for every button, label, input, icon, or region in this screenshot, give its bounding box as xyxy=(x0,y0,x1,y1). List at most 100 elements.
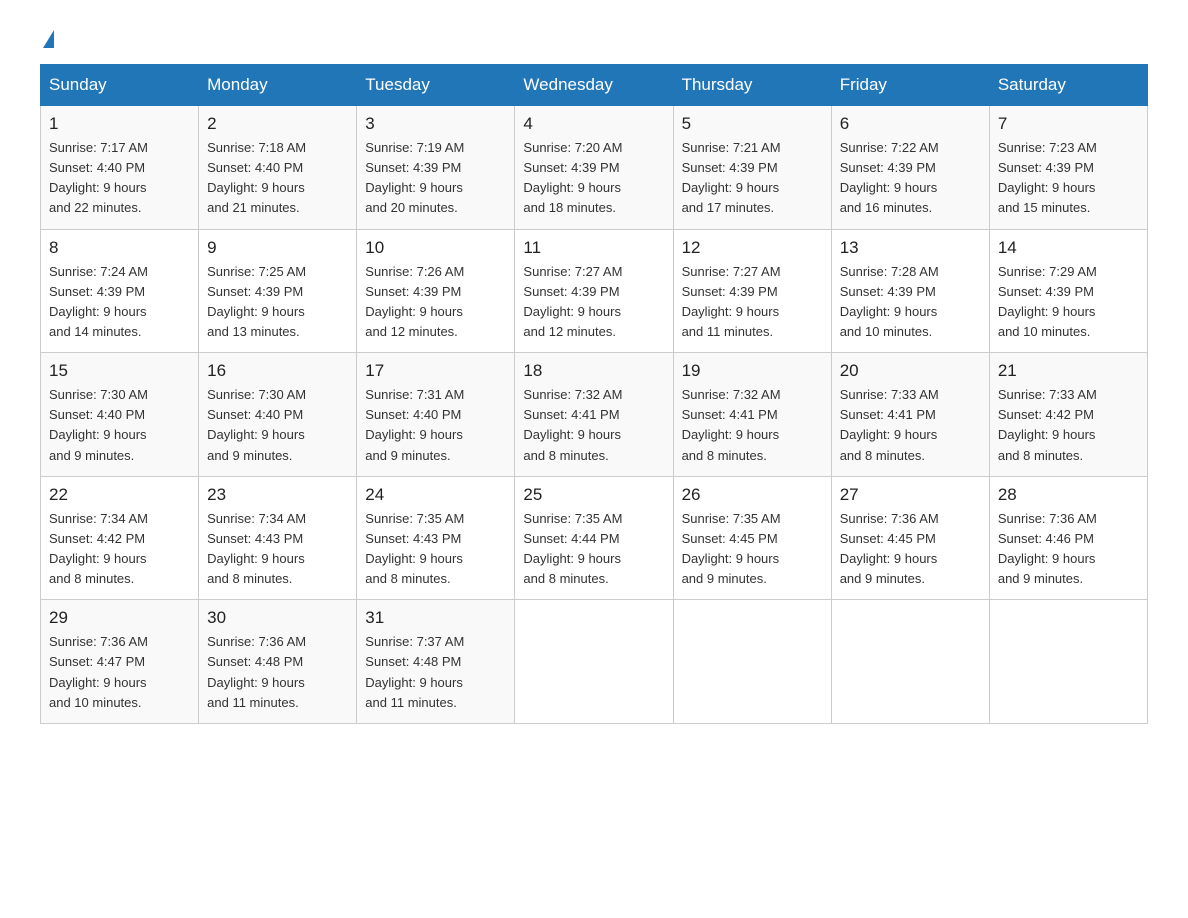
header-cell-sunday: Sunday xyxy=(41,65,199,106)
day-info: Sunrise: 7:27 AMSunset: 4:39 PMDaylight:… xyxy=(523,262,664,343)
day-number: 7 xyxy=(998,114,1139,134)
day-number: 9 xyxy=(207,238,348,258)
day-number: 16 xyxy=(207,361,348,381)
day-cell: 2Sunrise: 7:18 AMSunset: 4:40 PMDaylight… xyxy=(199,106,357,230)
day-cell: 17Sunrise: 7:31 AMSunset: 4:40 PMDayligh… xyxy=(357,353,515,477)
day-info: Sunrise: 7:36 AMSunset: 4:48 PMDaylight:… xyxy=(207,632,348,713)
page-header xyxy=(40,30,1148,44)
day-cell: 30Sunrise: 7:36 AMSunset: 4:48 PMDayligh… xyxy=(199,600,357,724)
calendar-body: 1 Sunrise: 7:17 AMSunset: 4:40 PMDaylight… xyxy=(41,106,1148,724)
day-cell xyxy=(831,600,989,724)
day-info: Sunrise: 7:20 AMSunset: 4:39 PMDaylight:… xyxy=(523,138,664,219)
day-number: 27 xyxy=(840,485,981,505)
day-cell: 3Sunrise: 7:19 AMSunset: 4:39 PMDaylight… xyxy=(357,106,515,230)
day-cell: 20 Sunrise: 7:33 AMSunset: 4:41 PMDayligh… xyxy=(831,353,989,477)
day-number: 12 xyxy=(682,238,823,258)
day-number: 22 xyxy=(49,485,190,505)
day-info: Sunrise: 7:28 AMSunset: 4:39 PMDaylight:… xyxy=(840,262,981,343)
day-info: Sunrise: 7:33 AMSunset: 4:41 PMDaylight:… xyxy=(840,385,981,466)
day-info: Sunrise: 7:35 AMSunset: 4:43 PMDaylight:… xyxy=(365,509,506,590)
day-number: 13 xyxy=(840,238,981,258)
header-cell-tuesday: Tuesday xyxy=(357,65,515,106)
week-row-3: 15 Sunrise: 7:30 AMSunset: 4:40 PMDayligh… xyxy=(41,353,1148,477)
logo-triangle-icon xyxy=(43,30,54,48)
week-row-2: 8 Sunrise: 7:24 AMSunset: 4:39 PMDaylight… xyxy=(41,229,1148,353)
day-info: Sunrise: 7:26 AMSunset: 4:39 PMDaylight:… xyxy=(365,262,506,343)
day-info: Sunrise: 7:29 AMSunset: 4:39 PMDaylight:… xyxy=(998,262,1139,343)
calendar-header: SundayMondayTuesdayWednesdayThursdayFrid… xyxy=(41,65,1148,106)
day-cell xyxy=(515,600,673,724)
day-cell: 12Sunrise: 7:27 AMSunset: 4:39 PMDayligh… xyxy=(673,229,831,353)
logo xyxy=(40,30,54,44)
day-cell: 7 Sunrise: 7:23 AMSunset: 4:39 PMDaylight… xyxy=(989,106,1147,230)
day-number: 11 xyxy=(523,238,664,258)
day-number: 8 xyxy=(49,238,190,258)
day-number: 29 xyxy=(49,608,190,628)
day-info: Sunrise: 7:23 AMSunset: 4:39 PMDaylight:… xyxy=(998,138,1139,219)
day-number: 25 xyxy=(523,485,664,505)
header-cell-thursday: Thursday xyxy=(673,65,831,106)
day-cell xyxy=(989,600,1147,724)
day-info: Sunrise: 7:35 AMSunset: 4:44 PMDaylight:… xyxy=(523,509,664,590)
day-cell: 29 Sunrise: 7:36 AMSunset: 4:47 PMDayligh… xyxy=(41,600,199,724)
day-cell: 16 Sunrise: 7:30 AMSunset: 4:40 PMDayligh… xyxy=(199,353,357,477)
day-info: Sunrise: 7:35 AMSunset: 4:45 PMDaylight:… xyxy=(682,509,823,590)
day-cell xyxy=(673,600,831,724)
day-number: 15 xyxy=(49,361,190,381)
day-cell: 19Sunrise: 7:32 AMSunset: 4:41 PMDayligh… xyxy=(673,353,831,477)
day-cell: 1 Sunrise: 7:17 AMSunset: 4:40 PMDaylight… xyxy=(41,106,199,230)
day-info: Sunrise: 7:17 AMSunset: 4:40 PMDaylight:… xyxy=(49,138,190,219)
day-cell: 18 Sunrise: 7:32 AMSunset: 4:41 PMDayligh… xyxy=(515,353,673,477)
day-number: 31 xyxy=(365,608,506,628)
day-info: Sunrise: 7:32 AMSunset: 4:41 PMDaylight:… xyxy=(682,385,823,466)
day-cell: 6Sunrise: 7:22 AMSunset: 4:39 PMDaylight… xyxy=(831,106,989,230)
day-cell: 10 Sunrise: 7:26 AMSunset: 4:39 PMDayligh… xyxy=(357,229,515,353)
day-number: 26 xyxy=(682,485,823,505)
day-info: Sunrise: 7:33 AMSunset: 4:42 PMDaylight:… xyxy=(998,385,1139,466)
day-cell: 21 Sunrise: 7:33 AMSunset: 4:42 PMDayligh… xyxy=(989,353,1147,477)
day-info: Sunrise: 7:24 AMSunset: 4:39 PMDaylight:… xyxy=(49,262,190,343)
day-cell: 9 Sunrise: 7:25 AMSunset: 4:39 PMDaylight… xyxy=(199,229,357,353)
day-number: 20 xyxy=(840,361,981,381)
day-cell: 27Sunrise: 7:36 AMSunset: 4:45 PMDayligh… xyxy=(831,476,989,600)
day-cell: 24 Sunrise: 7:35 AMSunset: 4:43 PMDayligh… xyxy=(357,476,515,600)
day-cell: 26 Sunrise: 7:35 AMSunset: 4:45 PMDayligh… xyxy=(673,476,831,600)
day-number: 10 xyxy=(365,238,506,258)
day-info: Sunrise: 7:36 AMSunset: 4:47 PMDaylight:… xyxy=(49,632,190,713)
week-row-4: 22 Sunrise: 7:34 AMSunset: 4:42 PMDayligh… xyxy=(41,476,1148,600)
calendar-table: SundayMondayTuesdayWednesdayThursdayFrid… xyxy=(40,64,1148,724)
day-info: Sunrise: 7:37 AMSunset: 4:48 PMDaylight:… xyxy=(365,632,506,713)
day-cell: 11 Sunrise: 7:27 AMSunset: 4:39 PMDayligh… xyxy=(515,229,673,353)
day-info: Sunrise: 7:30 AMSunset: 4:40 PMDaylight:… xyxy=(207,385,348,466)
day-number: 4 xyxy=(523,114,664,134)
day-cell: 13 Sunrise: 7:28 AMSunset: 4:39 PMDayligh… xyxy=(831,229,989,353)
day-number: 14 xyxy=(998,238,1139,258)
day-info: Sunrise: 7:19 AMSunset: 4:39 PMDaylight:… xyxy=(365,138,506,219)
day-info: Sunrise: 7:32 AMSunset: 4:41 PMDaylight:… xyxy=(523,385,664,466)
header-cell-wednesday: Wednesday xyxy=(515,65,673,106)
day-info: Sunrise: 7:31 AMSunset: 4:40 PMDaylight:… xyxy=(365,385,506,466)
day-cell: 28Sunrise: 7:36 AMSunset: 4:46 PMDayligh… xyxy=(989,476,1147,600)
day-number: 24 xyxy=(365,485,506,505)
day-info: Sunrise: 7:18 AMSunset: 4:40 PMDaylight:… xyxy=(207,138,348,219)
day-cell: 25 Sunrise: 7:35 AMSunset: 4:44 PMDayligh… xyxy=(515,476,673,600)
week-row-1: 1 Sunrise: 7:17 AMSunset: 4:40 PMDaylight… xyxy=(41,106,1148,230)
day-cell: 8 Sunrise: 7:24 AMSunset: 4:39 PMDaylight… xyxy=(41,229,199,353)
day-cell: 15 Sunrise: 7:30 AMSunset: 4:40 PMDayligh… xyxy=(41,353,199,477)
day-cell: 23Sunrise: 7:34 AMSunset: 4:43 PMDayligh… xyxy=(199,476,357,600)
week-row-5: 29 Sunrise: 7:36 AMSunset: 4:47 PMDayligh… xyxy=(41,600,1148,724)
day-cell: 4 Sunrise: 7:20 AMSunset: 4:39 PMDaylight… xyxy=(515,106,673,230)
header-row: SundayMondayTuesdayWednesdayThursdayFrid… xyxy=(41,65,1148,106)
day-info: Sunrise: 7:34 AMSunset: 4:42 PMDaylight:… xyxy=(49,509,190,590)
day-cell: 22 Sunrise: 7:34 AMSunset: 4:42 PMDayligh… xyxy=(41,476,199,600)
day-number: 1 xyxy=(49,114,190,134)
day-info: Sunrise: 7:22 AMSunset: 4:39 PMDaylight:… xyxy=(840,138,981,219)
day-cell: 31 Sunrise: 7:37 AMSunset: 4:48 PMDayligh… xyxy=(357,600,515,724)
day-info: Sunrise: 7:34 AMSunset: 4:43 PMDaylight:… xyxy=(207,509,348,590)
day-number: 18 xyxy=(523,361,664,381)
day-info: Sunrise: 7:25 AMSunset: 4:39 PMDaylight:… xyxy=(207,262,348,343)
header-cell-saturday: Saturday xyxy=(989,65,1147,106)
day-info: Sunrise: 7:30 AMSunset: 4:40 PMDaylight:… xyxy=(49,385,190,466)
day-cell: 14 Sunrise: 7:29 AMSunset: 4:39 PMDayligh… xyxy=(989,229,1147,353)
day-number: 21 xyxy=(998,361,1139,381)
